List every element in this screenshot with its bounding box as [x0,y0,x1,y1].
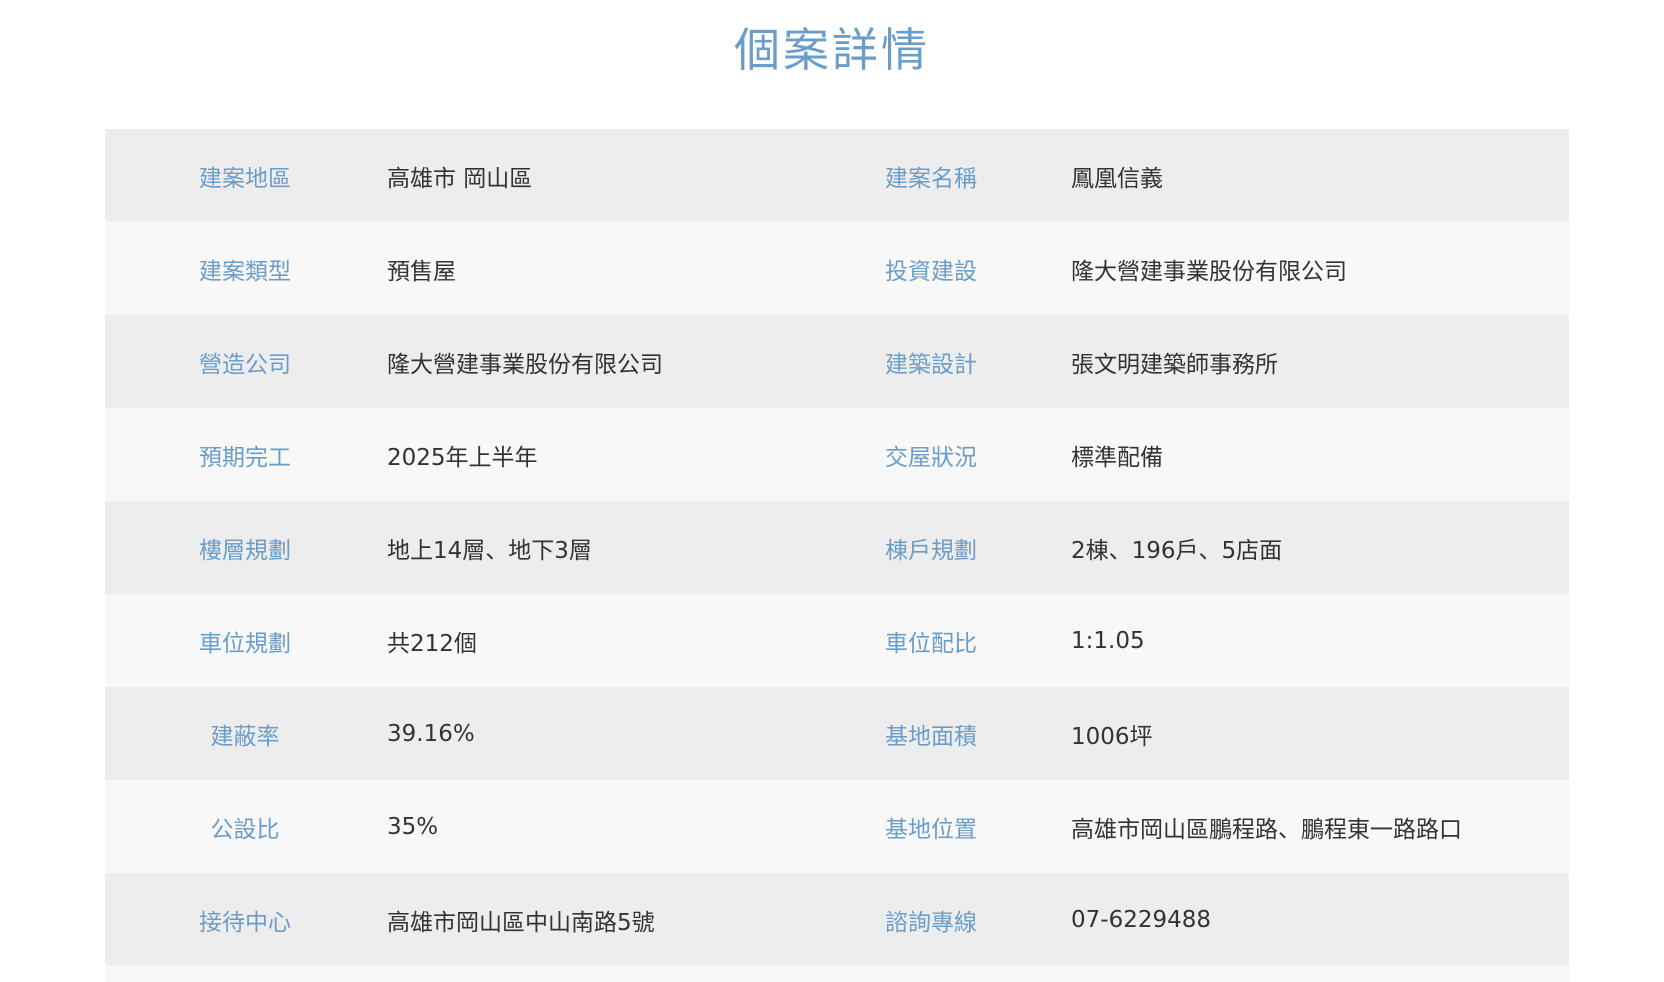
label-investor: 投資建設 [885,258,977,285]
label-public-ratio: 公設比 [210,816,280,843]
label-handover: 交屋狀況 [885,444,977,471]
details-row-coverage: 建蔽率 39.16% 基地面積 1006坪 [105,687,1569,780]
details-row-parking: 車位規劃 共212個 車位配比 1:1.05 [105,594,1569,687]
label-hotline: 諮詢專線 [885,909,977,936]
value-units: 2棟、196戶、5店面 [1071,537,1283,564]
value-parking: 共212個 [387,630,477,657]
value-completion: 2025年上半年 [387,444,538,471]
value-architect: 張文明建築師事務所 [1071,351,1278,378]
label-completion: 預期完工 [199,444,291,471]
label-floors: 樓層規劃 [199,537,291,564]
label-region: 建案地區 [199,165,291,192]
label-units: 棟戶規劃 [885,537,977,564]
details-row-completion: 預期完工 2025年上半年 交屋狀況 標準配備 [105,408,1569,501]
label-project-type: 建案類型 [199,258,291,285]
details-row-partial [105,966,1569,982]
value-public-ratio: 35% [387,813,439,840]
page-title: 個案詳情 [734,23,930,77]
details-row-contact: 接待中心 高雄市岡山區中山南路5號 諮詢專線 07-6229488 [105,873,1569,966]
value-hotline: 07-6229488 [1071,906,1211,933]
label-contractor: 營造公司 [199,351,291,378]
value-project-name: 鳳凰信義 [1071,165,1163,192]
value-coverage: 39.16% [387,720,475,747]
label-site-location: 基地位置 [885,816,977,843]
label-reception: 接待中心 [199,909,291,936]
label-parking-ratio: 車位配比 [885,630,977,657]
value-handover: 標準配備 [1071,444,1163,471]
details-row-construction: 營造公司 隆大營建事業股份有限公司 建築設計 張文明建築師事務所 [105,315,1569,408]
label-coverage: 建蔽率 [210,723,280,750]
value-project-type: 預售屋 [387,258,456,285]
label-project-name: 建案名稱 [885,165,977,192]
details-row-floors: 樓層規劃 地上14層、地下3層 棟戶規劃 2棟、196戶、5店面 [105,501,1569,594]
value-reception: 高雄市岡山區中山南路5號 [387,909,655,936]
value-site-location: 高雄市岡山區鵬程路、鵬程東一路路口 [1071,816,1462,843]
project-details-page: 個案詳情 建案地區 高雄市 岡山區 建案名稱 鳳凰信義 建案類型 預售屋 投資建… [0,0,1664,982]
value-parking-ratio: 1:1.05 [1071,627,1145,654]
project-details-table: 建案地區 高雄市 岡山區 建案名稱 鳳凰信義 建案類型 預售屋 投資建設 隆大營… [105,129,1569,966]
details-row-region: 建案地區 高雄市 岡山區 建案名稱 鳳凰信義 [105,129,1569,222]
label-site-area: 基地面積 [885,723,977,750]
label-architect: 建築設計 [885,351,977,378]
value-investor: 隆大營建事業股份有限公司 [1071,258,1347,285]
label-parking: 車位規劃 [199,630,291,657]
value-contractor: 隆大營建事業股份有限公司 [387,351,663,378]
value-site-area: 1006坪 [1071,723,1153,750]
details-row-public-ratio: 公設比 35% 基地位置 高雄市岡山區鵬程路、鵬程東一路路口 [105,780,1569,873]
value-floors: 地上14層、地下3層 [387,537,592,564]
value-region: 高雄市 岡山區 [387,165,533,192]
details-row-type: 建案類型 預售屋 投資建設 隆大營建事業股份有限公司 [105,222,1569,315]
